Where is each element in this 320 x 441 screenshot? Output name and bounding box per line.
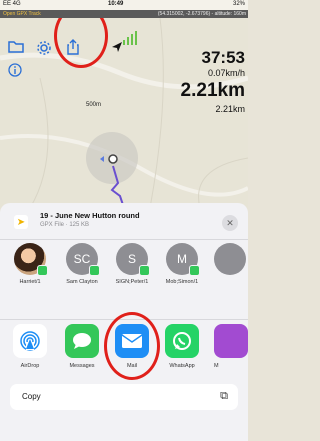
- people-row: Harriet/1 SC Sam Clayton S SIGN;Peter/1 …: [0, 243, 248, 313]
- folder-icon[interactable]: [8, 40, 30, 60]
- avatar: [214, 243, 246, 275]
- messages-badge-icon: [189, 265, 200, 276]
- person-item[interactable]: SC Sam Clayton: [58, 243, 106, 286]
- map-scale-label: 500m: [86, 102, 102, 108]
- messages-badge-icon: [139, 265, 150, 276]
- close-button[interactable]: ✕: [222, 215, 238, 231]
- close-icon: ✕: [226, 217, 234, 228]
- avatar-initials: SC: [73, 252, 91, 266]
- messages-badge-icon: [89, 265, 100, 276]
- apps-row: AirDrop Messages Mail WhatsApp M: [0, 312, 248, 390]
- distance-small-readout: 2.21km: [215, 104, 245, 114]
- app-info-bar: Open GPX Track (54.315002, -2.673796) - …: [0, 10, 248, 18]
- airdrop-icon: [13, 324, 47, 358]
- app-messages[interactable]: Messages: [58, 324, 106, 369]
- person-name: SIGN;Peter/1: [115, 279, 149, 285]
- app-whatsapp[interactable]: WhatsApp: [158, 324, 206, 369]
- copy-label: Copy: [22, 392, 41, 401]
- person-item[interactable]: S SIGN;Peter/1: [108, 243, 156, 286]
- app-icon: [214, 324, 248, 358]
- location-dot: [108, 154, 118, 164]
- map-view[interactable]: 500m 37:53 0.07km/h 2.21km 2.21km: [0, 18, 248, 208]
- file-subtitle: GPX File · 125 KB: [40, 222, 90, 228]
- messages-icon: [65, 324, 99, 358]
- person-name: Sam Clayton: [66, 279, 98, 285]
- app-partial[interactable]: M: [214, 324, 248, 369]
- avatar-initials: S: [127, 252, 136, 266]
- carrier-label: EE 4G: [3, 1, 21, 7]
- battery-label: 32%: [232, 1, 245, 7]
- clock: 10:49: [108, 1, 124, 7]
- app-label: AirDrop: [20, 363, 40, 369]
- annotation-circle-mail: [104, 312, 160, 380]
- app-label: Messages: [69, 363, 95, 369]
- speed-readout: 0.07km/h: [207, 68, 245, 78]
- avatar: S: [116, 243, 150, 276]
- person-item[interactable]: [214, 243, 248, 275]
- signal-strength-icon: [122, 28, 142, 48]
- person-item[interactable]: M Mob;Simon/1: [158, 243, 206, 286]
- status-bar: EE 4G 10:49 32%: [0, 0, 248, 10]
- track-label: Open GPX Track: [3, 11, 41, 17]
- person-item[interactable]: Harriet/1: [6, 243, 54, 286]
- person-name: Harriet/1: [19, 279, 41, 285]
- app-airdrop[interactable]: AirDrop: [6, 324, 54, 369]
- avatar: M: [166, 243, 200, 276]
- divider: [0, 239, 248, 240]
- elapsed-time: 37:53: [201, 48, 245, 67]
- info-icon[interactable]: [8, 63, 30, 83]
- avatar-initials: M: [177, 252, 187, 266]
- distance-readout: 2.21km: [180, 80, 245, 101]
- share-sheet: ➤ 19 - June New Hutton round GPX File · …: [0, 203, 248, 441]
- gpx-file-icon: ➤: [14, 215, 28, 229]
- file-header: ➤ 19 - June New Hutton round GPX File · …: [0, 203, 248, 239]
- copy-action[interactable]: Copy ⧉: [10, 384, 238, 410]
- messages-badge-icon: [37, 265, 48, 276]
- coordinates-readout: (54.315002, -2.673796) - altitude: 160m: [157, 11, 246, 17]
- app-label: WhatsApp: [169, 363, 195, 369]
- file-title: 19 - June New Hutton round: [40, 211, 140, 220]
- whatsapp-icon: [165, 324, 199, 358]
- copy-icon: ⧉: [220, 390, 228, 402]
- app-label: M: [214, 363, 219, 369]
- avatar: [14, 243, 48, 276]
- avatar: SC: [66, 243, 100, 276]
- person-name: Mob;Simon/1: [165, 279, 199, 285]
